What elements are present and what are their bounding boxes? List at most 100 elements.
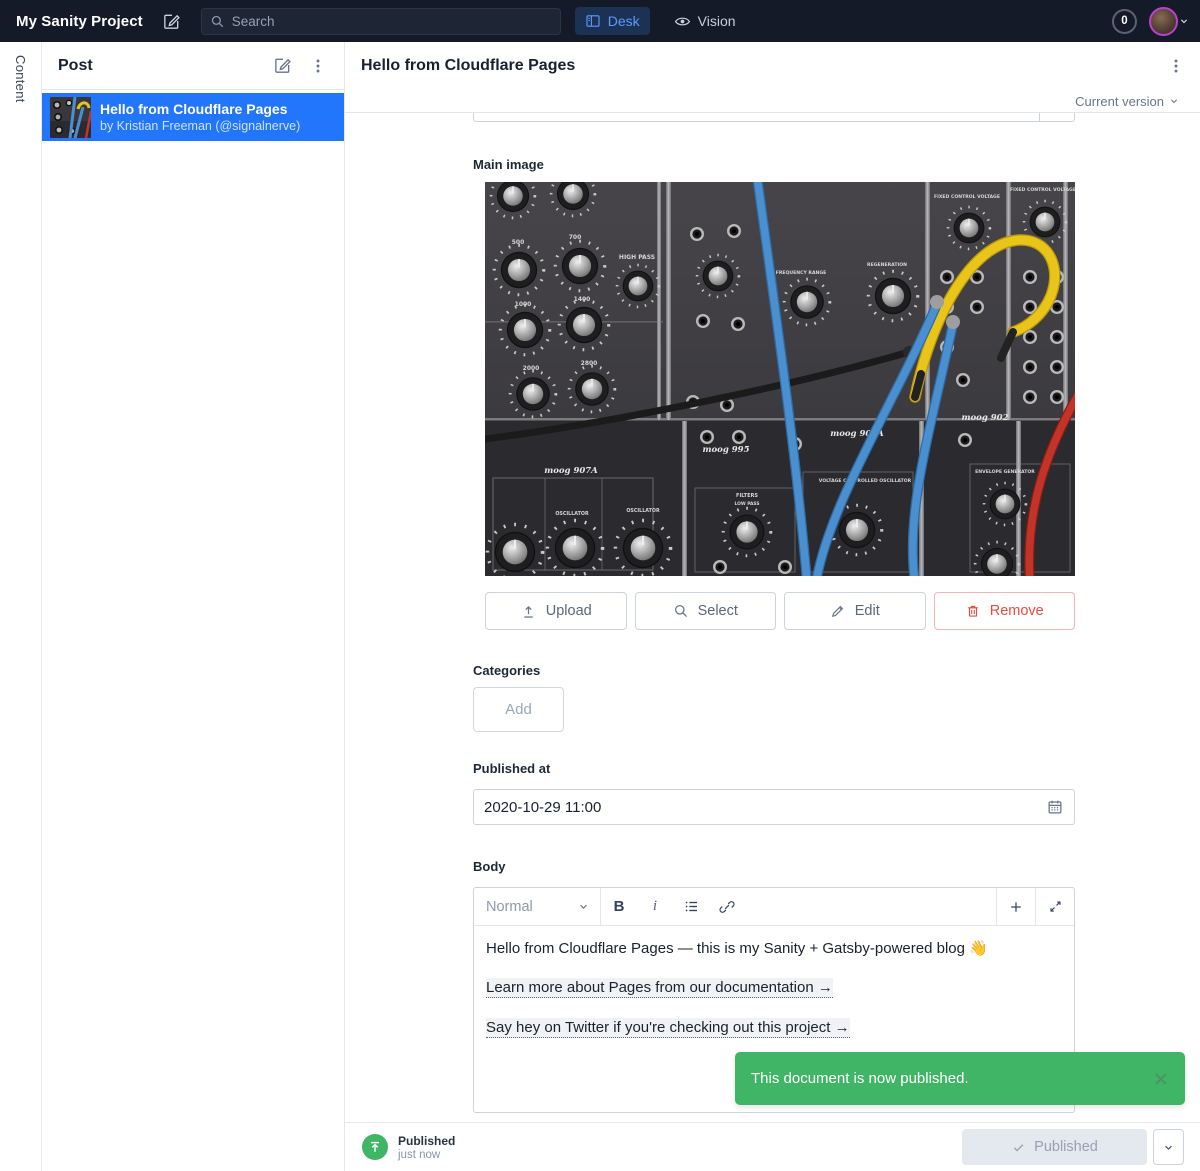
navbar: My Sanity Project Desk Vision 0 <box>0 0 1200 42</box>
expand-icon <box>1048 899 1063 914</box>
close-icon <box>1151 1069 1171 1089</box>
publish-status-time: just now <box>398 1149 455 1161</box>
search-input[interactable] <box>232 14 552 29</box>
project-title[interactable]: My Sanity Project <box>0 13 157 30</box>
notifications-badge[interactable]: 0 <box>1112 9 1137 34</box>
publish-status-label: Published <box>398 1134 455 1148</box>
chevron-down-icon <box>1168 95 1180 107</box>
avatar <box>1149 7 1178 36</box>
upload-label: Upload <box>546 603 592 619</box>
photo-label: LOW PASS <box>734 501 759 507</box>
plus-icon <box>1008 899 1024 915</box>
add-category-button[interactable]: Add <box>473 687 564 732</box>
body-link[interactable]: Say hey on Twitter if you're checking ou… <box>486 1018 850 1038</box>
compose-icon[interactable] <box>157 6 187 36</box>
post-pane: Post Hello from Cloudflare Pages by Kris… <box>42 42 345 1171</box>
version-selector[interactable]: Current version <box>1075 90 1180 112</box>
kebab-menu-icon <box>309 57 327 75</box>
search-icon <box>673 603 689 619</box>
published-at-input[interactable] <box>484 799 1046 816</box>
photo-label: 2000 <box>523 365 540 372</box>
tab-vision[interactable]: Vision <box>664 7 746 35</box>
body-editor-content[interactable]: Hello from Cloudflare Pages — this is my… <box>474 926 1074 1038</box>
main-image-label: Main image <box>473 157 544 172</box>
body-link[interactable]: Learn more about Pages from our document… <box>486 978 833 998</box>
block-style-select[interactable]: Normal <box>474 888 601 925</box>
toast-message: This document is now published. <box>751 1070 969 1087</box>
photo-label: 2800 <box>581 360 598 367</box>
body-paragraph: Hello from Cloudflare Pages — this is my… <box>486 939 1062 959</box>
body-label: Body <box>473 859 506 874</box>
trash-icon <box>965 603 981 619</box>
photo-label: FIXED CONTROL VOLTAGE <box>934 194 1000 200</box>
bullet-list-icon <box>683 898 700 915</box>
document-menu-button[interactable] <box>1160 50 1192 82</box>
publish-toast: This document is now published. <box>735 1052 1185 1105</box>
document-pane: Hello from Cloudflare Pages Current vers… <box>345 42 1200 1171</box>
bold-button[interactable]: B <box>601 888 637 925</box>
document-footer: Published just now Published <box>345 1122 1200 1171</box>
link-button[interactable] <box>709 888 745 925</box>
toast-close-button[interactable] <box>1151 1069 1171 1089</box>
insert-block-button[interactable] <box>998 899 1034 915</box>
document-header: Hello from Cloudflare Pages Current vers… <box>345 42 1200 113</box>
photo-label: FIXED CONTROL VOLTAGE <box>1010 187 1075 193</box>
document-form: Main image <box>345 113 1200 1122</box>
user-menu[interactable] <box>1149 7 1190 36</box>
link-icon <box>719 899 735 915</box>
photo-label: HIGH PASS <box>619 254 655 261</box>
published-at-field <box>473 789 1075 825</box>
pane-menu-button[interactable] <box>302 50 334 82</box>
main-image-preview[interactable]: 500 700 HIGH PASS 1000 1400 2000 2800 <box>485 182 1075 576</box>
remove-button[interactable]: Remove <box>934 592 1076 630</box>
italic-button[interactable]: i <box>637 888 673 925</box>
remove-label: Remove <box>990 603 1044 619</box>
select-label: Select <box>698 603 738 619</box>
publish-status: Published just now <box>362 1134 455 1161</box>
post-item-subtitle: by Kristian Freeman (@signalnerve) <box>100 119 300 133</box>
photo-label: FREQUENCY RANGE <box>776 270 827 276</box>
select-button[interactable]: Select <box>635 592 777 630</box>
new-document-button[interactable] <box>266 50 298 82</box>
pane-title: Post <box>58 57 93 75</box>
photo-label: 1400 <box>574 296 591 303</box>
upload-button[interactable]: Upload <box>485 592 627 630</box>
chevron-down-icon <box>577 900 590 913</box>
post-item-title: Hello from Cloudflare Pages <box>100 101 300 117</box>
list-item[interactable]: Hello from Cloudflare Pages by Kristian … <box>42 93 344 141</box>
compose-icon <box>273 56 292 75</box>
chevron-down-icon <box>1162 1141 1175 1154</box>
photo-label: moog 902 <box>962 413 1009 423</box>
photo-label: 1000 <box>515 301 532 308</box>
content-rail-label[interactable]: Content <box>13 55 28 103</box>
photo-label: ENVELOPE GENERATOR <box>975 469 1035 475</box>
document-title: Hello from Cloudflare Pages <box>361 57 575 75</box>
published-icon <box>362 1134 388 1160</box>
photo-label: VOLTAGE CONTROLLED OSCILLATOR <box>819 478 912 484</box>
upload-icon <box>520 603 537 620</box>
calendar-icon[interactable] <box>1046 798 1064 816</box>
post-pane-header: Post <box>42 42 344 90</box>
publish-menu-button[interactable] <box>1153 1129 1184 1165</box>
image-actions: Upload Select Edit Remove <box>485 592 1075 630</box>
tab-desk-label: Desk <box>608 13 640 29</box>
chevron-down-icon <box>1178 15 1190 27</box>
publish-button[interactable]: Published <box>962 1129 1147 1165</box>
tab-vision-label: Vision <box>698 13 736 29</box>
search-bar <box>201 8 561 35</box>
edit-button[interactable]: Edit <box>784 592 926 630</box>
post-thumbnail <box>50 97 91 138</box>
photo-label: REGENERATION <box>867 262 907 268</box>
expand-editor-button[interactable] <box>1037 899 1073 914</box>
photo-label: OSCILLATOR <box>626 508 660 514</box>
kebab-menu-icon <box>1167 57 1185 75</box>
tab-desk[interactable]: Desk <box>575 7 650 35</box>
check-icon <box>1011 1140 1026 1155</box>
version-label: Current version <box>1075 94 1164 109</box>
bullet-list-button[interactable] <box>673 888 709 925</box>
photo-label: FILTERS <box>736 493 758 499</box>
photo-label: 500 <box>512 239 525 246</box>
search-icon <box>210 14 225 29</box>
slug-field-partial[interactable] <box>473 113 1075 122</box>
published-at-label: Published at <box>473 761 550 776</box>
